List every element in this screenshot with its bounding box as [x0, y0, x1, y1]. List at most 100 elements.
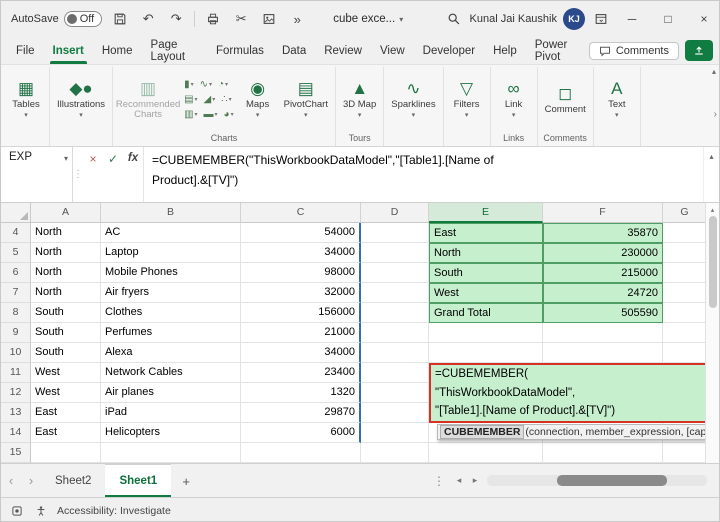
autosave-pill[interactable]: Off: [64, 11, 102, 27]
cell-d12[interactable]: [361, 383, 429, 403]
redo-icon[interactable]: ↷: [166, 8, 186, 30]
vertical-scrollbar[interactable]: ▴: [705, 203, 719, 463]
undo-icon[interactable]: ↶: [138, 8, 158, 30]
pie-chart-icon[interactable]: ◔▾: [216, 78, 230, 91]
row-number[interactable]: 8: [1, 303, 31, 323]
column-header-a[interactable]: A: [31, 203, 101, 223]
illustrations-button[interactable]: ◆● Illustrations ▾: [53, 78, 109, 121]
cell-a12[interactable]: West: [31, 383, 101, 403]
cell-g10[interactable]: [663, 343, 707, 363]
cell-a14[interactable]: East: [31, 423, 101, 443]
cell-d8[interactable]: [361, 303, 429, 323]
cell-d9[interactable]: [361, 323, 429, 343]
cell-b13[interactable]: iPad: [101, 403, 241, 423]
row-number[interactable]: 11: [1, 363, 31, 383]
cell-c10[interactable]: 34000: [241, 343, 361, 363]
row-number[interactable]: 5: [1, 243, 31, 263]
cell-a10[interactable]: South: [31, 343, 101, 363]
row-number[interactable]: 12: [1, 383, 31, 403]
sparklines-button[interactable]: ∿ Sparklines ▾: [387, 78, 439, 121]
row-number[interactable]: 10: [1, 343, 31, 363]
cell-g4[interactable]: [663, 223, 707, 243]
scrollbar-thumb[interactable]: [557, 475, 667, 486]
row-number[interactable]: 14: [1, 423, 31, 443]
insert-function-icon[interactable]: fx: [123, 147, 143, 202]
cell-a7[interactable]: North: [31, 283, 101, 303]
cell-b8[interactable]: Clothes: [101, 303, 241, 323]
print-icon[interactable]: [203, 8, 223, 30]
column-header-c[interactable]: C: [241, 203, 361, 223]
picture-icon[interactable]: [259, 8, 279, 30]
pivotchart-button[interactable]: ▤ PivotChart ▾: [280, 78, 332, 121]
tab-data[interactable]: Data: [273, 37, 315, 64]
cell-f8[interactable]: 505590: [543, 303, 663, 323]
autosave-toggle[interactable]: AutoSave Off: [11, 11, 102, 27]
cell-c12[interactable]: 1320: [241, 383, 361, 403]
cell-a15[interactable]: [31, 443, 101, 463]
close-button[interactable]: ×: [689, 4, 719, 34]
cell-f5[interactable]: 230000: [543, 243, 663, 263]
area-chart-icon[interactable]: ◢▾: [202, 93, 218, 106]
cell-b12[interactable]: Air planes: [101, 383, 241, 403]
text-button[interactable]: A Text ▾: [597, 78, 637, 121]
sheet-tab-sheet2[interactable]: Sheet2: [41, 464, 105, 497]
cell-g8[interactable]: [663, 303, 707, 323]
cell-e6[interactable]: South: [429, 263, 543, 283]
drag-handle-icon[interactable]: ⋮: [73, 147, 83, 202]
cancel-icon[interactable]: ×: [83, 147, 103, 202]
select-all-corner[interactable]: [1, 203, 31, 223]
cell-d6[interactable]: [361, 263, 429, 283]
surface-chart-icon[interactable]: ▥▾: [182, 108, 199, 121]
link-button[interactable]: ∞ Link ▾: [494, 78, 534, 121]
horizontal-scrollbar[interactable]: [487, 475, 707, 486]
cell-a5[interactable]: North: [31, 243, 101, 263]
cell-c5[interactable]: 34000: [241, 243, 361, 263]
tab-file[interactable]: File: [7, 37, 44, 64]
cell-c15[interactable]: [241, 443, 361, 463]
scatter-chart-icon[interactable]: ∴▾: [219, 93, 233, 106]
cell-g7[interactable]: [663, 283, 707, 303]
comments-button[interactable]: Comments: [589, 42, 679, 60]
cell-d10[interactable]: [361, 343, 429, 363]
enter-icon[interactable]: ✓: [103, 147, 123, 202]
cell-b10[interactable]: Alexa: [101, 343, 241, 363]
cell-c8[interactable]: 156000: [241, 303, 361, 323]
cell-c11[interactable]: 23400: [241, 363, 361, 383]
cell-f7[interactable]: 24720: [543, 283, 663, 303]
record-macro-icon[interactable]: [9, 503, 25, 519]
cell-f10[interactable]: [543, 343, 663, 363]
cell-e7[interactable]: West: [429, 283, 543, 303]
maps-button[interactable]: ◉ Maps ▾: [238, 78, 278, 121]
more-commands-icon[interactable]: »: [287, 8, 307, 30]
column-header-f[interactable]: F: [543, 203, 663, 223]
cell-b15[interactable]: [101, 443, 241, 463]
cell-d15[interactable]: [361, 443, 429, 463]
minimize-button[interactable]: ─: [617, 4, 647, 34]
cell-e5[interactable]: North: [429, 243, 543, 263]
cell-g15[interactable]: [663, 443, 707, 463]
cell-b7[interactable]: Air fryers: [101, 283, 241, 303]
search-icon[interactable]: [444, 8, 464, 30]
tab-home[interactable]: Home: [93, 37, 142, 64]
cell-f4[interactable]: 35870: [543, 223, 663, 243]
line-chart-icon[interactable]: ∿▾: [198, 78, 214, 91]
cell-g5[interactable]: [663, 243, 707, 263]
combo-chart-icon[interactable]: ◕▾: [222, 108, 236, 121]
cell-b4[interactable]: AC: [101, 223, 241, 243]
cell-b11[interactable]: Network Cables: [101, 363, 241, 383]
cell-e9[interactable]: [429, 323, 543, 343]
bar-chart-icon[interactable]: ▤▾: [182, 93, 199, 106]
cell-f6[interactable]: 215000: [543, 263, 663, 283]
filters-button[interactable]: ▽ Filters ▾: [447, 78, 487, 121]
tab-power-pivot[interactable]: Power Pivot: [526, 37, 589, 64]
cell-a11[interactable]: West: [31, 363, 101, 383]
cell-e4[interactable]: East: [429, 223, 543, 243]
cell-a13[interactable]: East: [31, 403, 101, 423]
column-header-g[interactable]: G: [663, 203, 707, 223]
cell-g6[interactable]: [663, 263, 707, 283]
cell-c7[interactable]: 32000: [241, 283, 361, 303]
row-number[interactable]: 13: [1, 403, 31, 423]
sheet-nav-left-icon[interactable]: ‹: [1, 464, 21, 497]
maximize-button[interactable]: □: [653, 4, 683, 34]
scroll-up-icon[interactable]: ▴: [711, 203, 715, 216]
